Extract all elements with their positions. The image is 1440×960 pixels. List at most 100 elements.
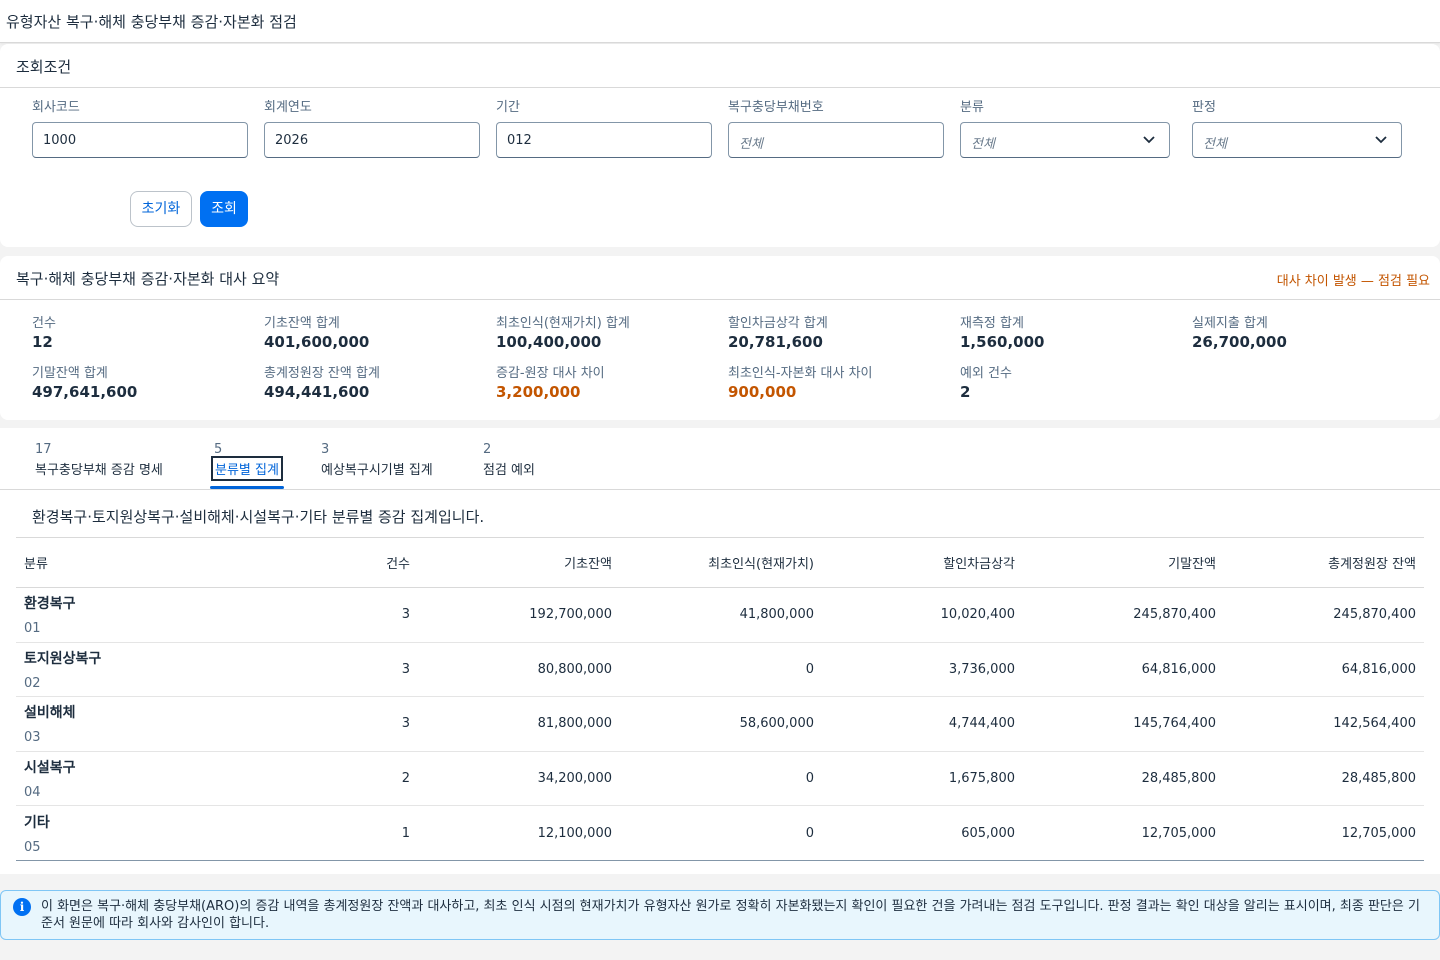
reset-button[interactable]: 초기화 [130,191,192,227]
summary-panel-header: 복구·해체 충당부채 증감·자본화 대사 요약 대사 차이 발생 — 점검 필요 [0,256,1440,300]
fiscal-year-field: 회계연도 2026 [264,96,480,158]
tab-exceptions[interactable]: 2 점검 예외 [483,442,535,478]
ledger-cell: 142,564,400 [1333,716,1416,732]
column-header-opening[interactable]: 기초잔액 [418,538,620,588]
column-header-closing[interactable]: 기말잔액 [1023,538,1224,588]
kpi-value: 494,441,600 [264,383,370,401]
category-field: 분류 전체 [960,96,1170,158]
accretion-cell: 10,020,400 [940,607,1015,623]
table-row[interactable]: 환경복구 01 3 192,700,000 41,800,000 10,020,4… [16,588,1424,643]
initial-recognition-cell: 0 [805,771,814,787]
kpi-actual-spend-total: 실제지출 합계 26,700,000 [1192,312,1287,351]
accretion-cell: 3,736,000 [948,661,1015,677]
kpi-value: 20,781,600 [728,333,823,351]
table-row[interactable]: 기타 05 1 12,100,000 0 605,000 12,705,000 1… [16,806,1424,861]
tab-label: 복구충당부채 증감 명세 [35,463,163,478]
tab-aro-movement-detail[interactable]: 17 복구충당부채 증감 명세 [35,442,163,478]
page-title: 유형자산 복구·해체 충당부채 증감·자본화 점검 [6,13,297,31]
column-header-count[interactable]: 건수 [225,538,418,588]
closing-cell: 12,705,000 [1141,825,1216,841]
category-code: 02 [24,675,41,691]
category-cell: 설비해체 03 [16,697,225,752]
column-header-category[interactable]: 분류 [16,538,225,588]
category-name: 토지원상복구 [24,650,102,667]
accretion-cell: 4,744,400 [948,716,1015,732]
kpi-value: 401,600,000 [264,333,370,351]
category-name: 설비해체 [24,705,76,722]
column-header-ledger[interactable]: 총계정원장 잔액 [1224,538,1424,588]
category-cell: 기타 05 [16,806,225,861]
period-input[interactable]: 012 [496,122,712,158]
column-header-accretion[interactable]: 할인차금상각 [822,538,1023,588]
count-cell: 2 [401,771,410,787]
tab-bar: 17 복구충당부채 증감 명세 5 분류별 집계 3 예상복구시기별 집계 2 … [0,428,1440,490]
tab-count: 5 [214,442,223,457]
tab-content: 환경복구·토지원상복구·설비해체·시설복구·기타 분류별 증감 집계입니다. 분… [0,490,1440,874]
category-code: 03 [24,730,41,746]
info-message-strip: i 이 화면은 복구·해체 충당부채(ARO)의 증감 내역을 총계정원장 잔액… [0,890,1440,940]
tab-category-summary[interactable]: 5 분류별 집계 [210,442,284,489]
category-summary-table: 분류 건수 기초잔액 최초인식(현재가치) 할인차금상각 기말잔액 총계정원장 … [16,537,1424,861]
aro-number-field: 복구충당부채번호 전체 [728,96,944,158]
category-name: 시설복구 [24,760,76,777]
kpi-accretion-total: 할인차금상각 합계 20,781,600 [728,312,828,351]
kpi-closing-total: 기말잔액 합계 497,641,600 [32,362,137,401]
kpi-value: 497,641,600 [32,383,138,401]
judgement-select-value: 전체 [1203,137,1227,152]
info-message-text: 이 화면은 복구·해체 충당부채(ARO)의 증감 내역을 총계정원장 잔액과 … [41,899,1420,931]
opening-cell: 12,100,000 [537,825,612,841]
table-row[interactable]: 설비해체 03 3 81,800,000 58,600,000 4,744,400… [16,697,1424,752]
chevron-down-icon [1375,136,1387,144]
kpi-value: 1,560,000 [960,333,1045,351]
count-cell: 3 [401,661,410,677]
fiscal-year-input[interactable]: 2026 [264,122,480,158]
tab-count: 3 [321,442,330,457]
kpi-remeasurement-total: 재측정 합계 1,560,000 [960,312,1044,351]
summary-panel-title: 복구·해체 충당부채 증감·자본화 대사 요약 [16,270,280,288]
initial-recognition-cell: 58,600,000 [739,716,814,732]
tab-count: 17 [35,442,52,457]
kpi-capitalization-difference: 최초인식-자본화 대사 차이 900,000 [728,362,873,401]
category-select[interactable]: 전체 [960,122,1170,158]
table-row[interactable]: 토지원상복구 02 3 80,800,000 0 3,736,000 64,816… [16,642,1424,697]
kpi-value: 900,000 [728,383,797,401]
period-label: 기간 [496,100,520,115]
accretion-cell: 1,675,800 [948,771,1015,787]
opening-cell: 34,200,000 [537,771,612,787]
kpi-value: 2 [960,383,971,401]
category-code: 04 [24,785,41,801]
kpi-label: 예외 건수 [960,366,1012,381]
kpi-initial-recognition-total: 최초인식(현재가치) 합계 100,400,000 [496,312,630,351]
initial-recognition-cell: 0 [805,661,814,677]
opening-cell: 80,800,000 [537,661,612,677]
chevron-down-icon [1143,136,1155,144]
summary-panel: 복구·해체 충당부채 증감·자본화 대사 요약 대사 차이 발생 — 점검 필요… [0,256,1440,420]
table-row[interactable]: 시설복구 04 2 34,200,000 0 1,675,800 28,485,8… [16,751,1424,806]
closing-cell: 64,816,000 [1141,661,1216,677]
reconciliation-warning: 대사 차이 발생 — 점검 필요 [1276,274,1430,289]
company-code-input[interactable]: 1000 [32,122,248,158]
kpi-count: 건수 12 [32,312,56,351]
category-cell: 시설복구 04 [16,751,225,806]
search-button[interactable]: 조회 [200,191,248,227]
kpi-value: 12 [32,333,53,351]
category-cell: 토지원상복구 02 [16,642,225,697]
column-header-initial-recognition[interactable]: 최초인식(현재가치) [620,538,822,588]
opening-cell: 81,800,000 [537,716,612,732]
judgement-select[interactable]: 전체 [1192,122,1402,158]
kpi-label: 최초인식-자본화 대사 차이 [728,366,873,381]
tab-label: 분류별 집계 [211,456,283,481]
opening-cell: 192,700,000 [529,607,612,623]
kpi-ledger-total: 총계정원장 잔액 합계 494,441,600 [264,362,380,401]
tab-label: 점검 예외 [483,463,535,478]
initial-recognition-cell: 41,800,000 [739,607,814,623]
judgement-field: 판정 전체 [1192,96,1402,158]
count-cell: 1 [401,825,410,841]
aro-number-input[interactable]: 전체 [728,122,944,158]
closing-cell: 28,485,800 [1141,771,1216,787]
tab-restoration-timing-summary[interactable]: 3 예상복구시기별 집계 [321,442,433,478]
kpi-label: 증감-원장 대사 차이 [496,366,605,381]
filter-panel-title: 조회조건 [16,58,72,76]
category-cell: 환경복구 01 [16,588,225,643]
judgement-label: 판정 [1192,100,1216,115]
